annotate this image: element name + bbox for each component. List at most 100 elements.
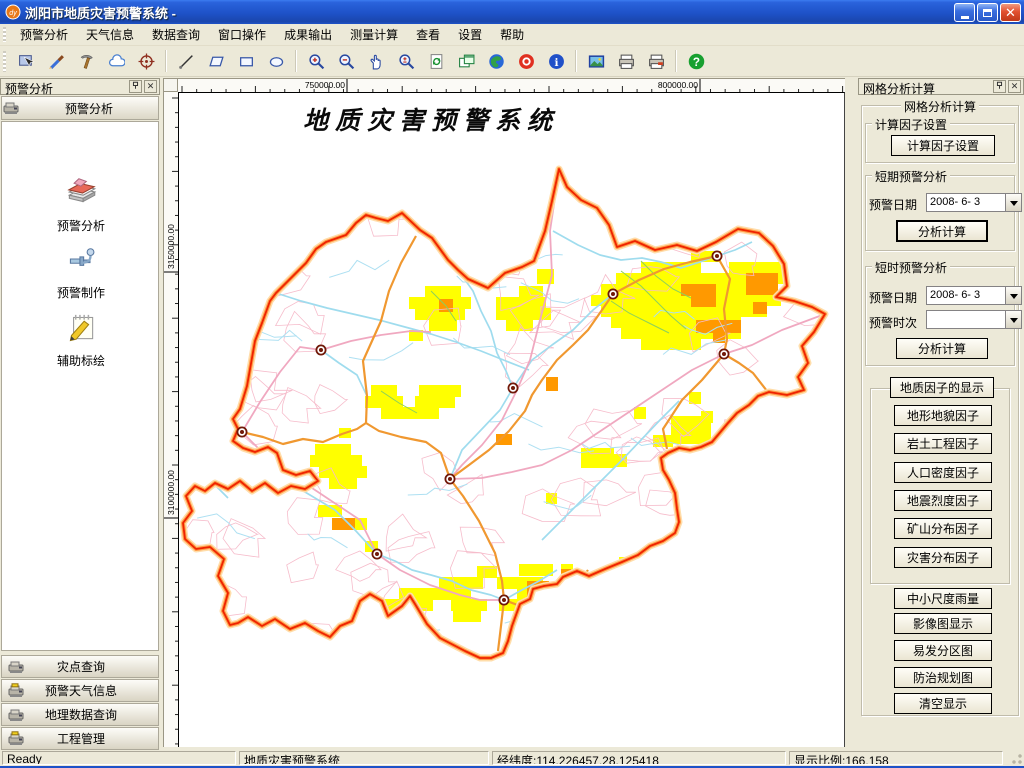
warning-cell-orange [332, 518, 355, 530]
group-label: 短期预警分析 [872, 168, 950, 185]
sidebar-item-label: 工程管理 [28, 730, 134, 747]
sidebar-item-1[interactable]: 灾点查询 [1, 655, 159, 678]
warning-brush-icon[interactable] [43, 48, 69, 74]
district-line [450, 171, 559, 479]
pick-tool-icon[interactable] [73, 48, 99, 74]
map-canvas[interactable]: 地质灾害预警系统 [178, 92, 845, 747]
pan-icon[interactable] [363, 48, 389, 74]
chevron-down-icon[interactable] [1005, 287, 1021, 304]
print-icon[interactable] [613, 48, 639, 74]
minimize-button[interactable] [954, 3, 975, 22]
help-icon[interactable]: ? [683, 48, 709, 74]
sidebar-tool-2[interactable]: 预警制作 [2, 241, 160, 301]
refresh-view-icon[interactable] [423, 48, 449, 74]
fax-paper-icon [8, 731, 24, 747]
menu-item-3[interactable]: 数据查询 [143, 24, 209, 45]
sidebar-tool-3[interactable]: 辅助标绘 [2, 309, 160, 369]
short-term-analyze-button[interactable]: 分析计算 [896, 220, 988, 242]
geo-factor-display-button[interactable]: 地质因子的显示 [890, 377, 994, 398]
menu-item-1[interactable]: 预警分析 [11, 24, 77, 45]
town-marker [712, 251, 721, 260]
rectangle-tool-icon[interactable] [233, 48, 259, 74]
close-icon[interactable]: ✕ [1008, 80, 1021, 93]
window-title: 浏阳市地质灾害预警系统 - [25, 3, 176, 22]
town-marker [508, 383, 517, 392]
factor-button-5[interactable]: 矿山分布因子 [894, 518, 992, 539]
warning-cell-orange [546, 377, 558, 391]
shorttime-slot-combobox[interactable] [926, 310, 1022, 329]
status-segment-2: 地质灾害预警系统 [239, 751, 489, 765]
tool-label: 预警分析 [2, 217, 160, 234]
warning-cell-yellow [319, 466, 367, 478]
menu-item-6[interactable]: 测量计算 [341, 24, 407, 45]
zoom-in-icon[interactable] [303, 48, 329, 74]
factor-button-4[interactable]: 地震烈度因子 [894, 490, 992, 511]
application-window: dy 浏阳市地质灾害预警系统 - ✕ 预警分析天气信息数据查询窗口操作成果输出测… [0, 0, 1024, 768]
select-tool-icon[interactable] [13, 48, 39, 74]
ellipse-tool-icon[interactable] [263, 48, 289, 74]
time-label: 预警时次 [869, 314, 917, 331]
menu-item-9[interactable]: 帮助 [491, 24, 533, 45]
chevron-down-icon[interactable] [1005, 311, 1021, 328]
locate-tool-icon[interactable] [133, 48, 159, 74]
vertical-ruler: 3150000.003100000.00 [163, 92, 178, 747]
menu-item-7[interactable]: 查看 [407, 24, 449, 45]
fax-icon [8, 707, 24, 723]
factor-button-1[interactable]: 地形地貌因子 [894, 405, 992, 426]
ruler-label: 800000.00 [658, 80, 698, 90]
sidebar-item-3[interactable]: 地理数据查询 [1, 703, 159, 726]
short-time-analyze-button[interactable]: 分析计算 [896, 338, 988, 359]
cloud-tool-icon[interactable] [103, 48, 129, 74]
sidebar-section-header[interactable]: 预警分析 [1, 96, 159, 120]
toolbar: i? [0, 46, 1024, 77]
mid-small-rainfall-button[interactable]: 中小尺度雨量 [894, 588, 992, 609]
layers-icon[interactable] [453, 48, 479, 74]
factor-button-3[interactable]: 人口密度因子 [894, 462, 992, 483]
print-setup-icon[interactable] [643, 48, 669, 74]
menu-item-8[interactable]: 设置 [449, 24, 491, 45]
close-button[interactable]: ✕ [1000, 3, 1021, 22]
info-icon[interactable]: i [543, 48, 569, 74]
toolbar-separator [675, 50, 677, 72]
stop-icon[interactable] [513, 48, 539, 74]
shorttime-date-combobox[interactable]: 2008- 6- 3 [926, 286, 1022, 305]
menu-item-4[interactable]: 窗口操作 [209, 24, 275, 45]
pin-icon[interactable] [129, 80, 142, 93]
susceptibility-map-button[interactable]: 易发分区图 [894, 640, 992, 661]
group-label: 计算因子设置 [872, 116, 950, 133]
restore-button[interactable] [977, 3, 998, 22]
tool-list: 预警分析预警制作辅助标绘 [1, 121, 159, 651]
menu-item-5[interactable]: 成果输出 [275, 24, 341, 45]
resize-grip[interactable] [1011, 753, 1023, 765]
close-icon[interactable]: ✕ [144, 80, 157, 93]
clear-display-button[interactable]: 清空显示 [894, 693, 992, 714]
status-segment-1: Ready [2, 751, 236, 765]
warning-cell-yellow [329, 477, 357, 489]
factor-button-2[interactable]: 岩土工程因子 [894, 433, 992, 454]
zoom-out-icon[interactable] [333, 48, 359, 74]
chevron-down-icon[interactable] [1005, 194, 1021, 211]
sidebar-item-4[interactable]: 工程管理 [1, 727, 159, 750]
section-title: 预警分析 [20, 100, 158, 117]
image-display-button[interactable]: 影像图显示 [894, 613, 992, 634]
line-tool-icon[interactable] [173, 48, 199, 74]
prevention-plan-button[interactable]: 防治规划图 [894, 667, 992, 688]
forecast-date-combobox[interactable]: 2008- 6- 3 [926, 193, 1022, 212]
right-panel-title: 网格分析计算 [863, 82, 935, 96]
sidebar-item-2[interactable]: 预警天气信息 [1, 679, 159, 702]
pin-icon[interactable] [993, 80, 1006, 93]
town-marker [445, 474, 454, 483]
warning-cell-yellow [453, 610, 481, 622]
globe-icon[interactable] [483, 48, 509, 74]
fax-paper-icon [8, 683, 24, 699]
zoom-extent-icon[interactable] [393, 48, 419, 74]
menu-item-2[interactable]: 天气信息 [77, 24, 143, 45]
polygon-tool-icon[interactable] [203, 48, 229, 74]
factor-button-6[interactable]: 灾害分布因子 [894, 547, 992, 568]
ruler-corner [163, 78, 178, 92]
horizontal-ruler: 750000.00800000.00 [178, 78, 845, 92]
combo-value: 2008- 6- 3 [930, 196, 980, 208]
factor-setting-button[interactable]: 计算因子设置 [891, 135, 995, 156]
image-view-icon[interactable] [583, 48, 609, 74]
sidebar-tool-1[interactable]: 预警分析 [2, 174, 160, 234]
